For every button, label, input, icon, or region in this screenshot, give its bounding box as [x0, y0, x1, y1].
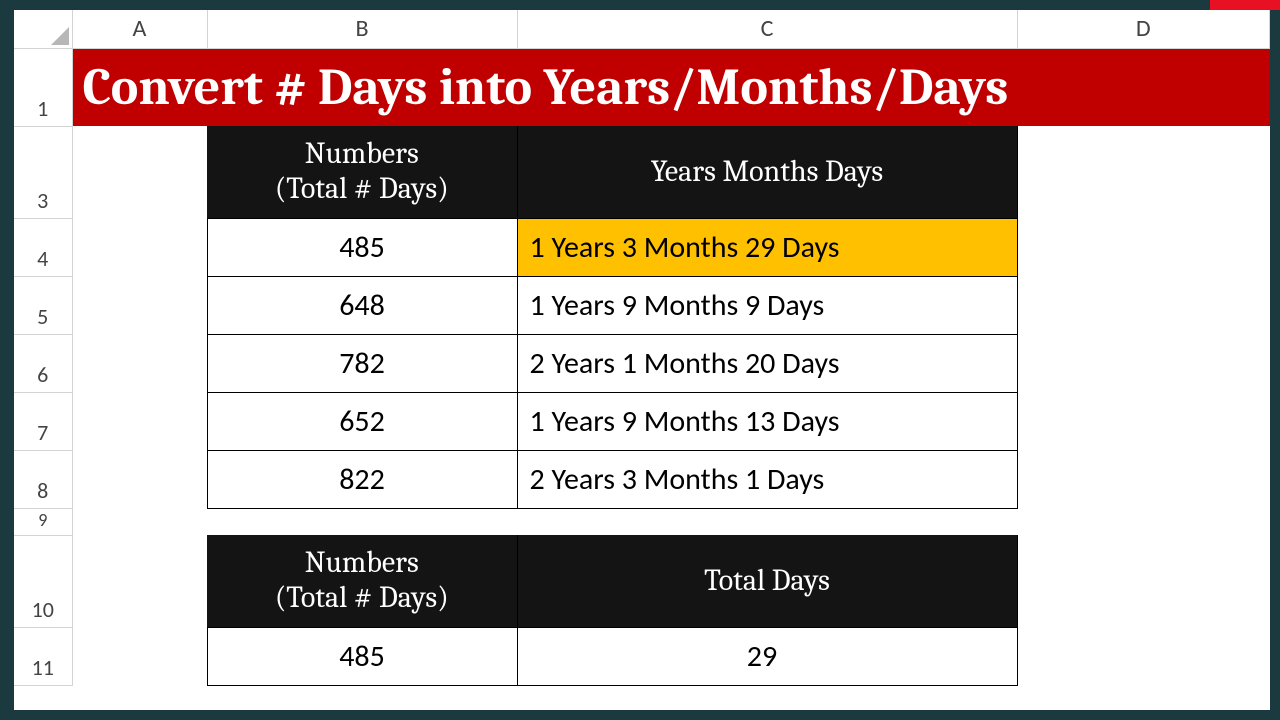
row-10: 10 Numbers (Total # Days) Total Days: [14, 535, 1270, 627]
cell-D7[interactable]: [1017, 392, 1270, 450]
row-header-9[interactable]: 9: [14, 508, 72, 535]
row-11: 11 485 29: [14, 627, 1270, 685]
row-header-1[interactable]: 1: [14, 48, 72, 126]
cell-A10[interactable]: [72, 535, 207, 627]
cell-A6[interactable]: [72, 334, 207, 392]
col-header-A[interactable]: A: [72, 10, 207, 48]
cell-B6[interactable]: 782: [207, 334, 517, 392]
cell-D5[interactable]: [1017, 276, 1270, 334]
column-header-row: A B C D: [14, 10, 1270, 48]
cell-D6[interactable]: [1017, 334, 1270, 392]
grid-table: A B C D 1 Convert # Days into Years/Mont…: [14, 10, 1270, 686]
row-7: 7 652 1 Years 9 Months 13 Days: [14, 392, 1270, 450]
col-header-B[interactable]: B: [207, 10, 517, 48]
window-accent: [1210, 0, 1280, 10]
cell-C6[interactable]: 2 Years 1 Months 20 Days: [517, 334, 1017, 392]
cell-A3[interactable]: [72, 126, 207, 218]
cell-B8[interactable]: 822: [207, 450, 517, 508]
cell-D11[interactable]: [1017, 627, 1270, 685]
cell-D10[interactable]: [1017, 535, 1270, 627]
row-header-11[interactable]: 11: [14, 627, 72, 685]
table1-header-numbers[interactable]: Numbers (Total # Days): [207, 126, 517, 218]
cell-D9[interactable]: [1017, 508, 1270, 535]
cell-C9[interactable]: [517, 508, 1017, 535]
cell-D8[interactable]: [1017, 450, 1270, 508]
row-header-6[interactable]: 6: [14, 334, 72, 392]
row-5: 5 648 1 Years 9 Months 9 Days: [14, 276, 1270, 334]
row-header-3[interactable]: 3: [14, 126, 72, 218]
row-9: 9: [14, 508, 1270, 535]
cell-B11[interactable]: 485: [207, 627, 517, 685]
cell-A8[interactable]: [72, 450, 207, 508]
cell-B5[interactable]: 648: [207, 276, 517, 334]
row-6: 6 782 2 Years 1 Months 20 Days: [14, 334, 1270, 392]
spreadsheet: A B C D 1 Convert # Days into Years/Mont…: [14, 10, 1270, 710]
cell-D4[interactable]: [1017, 218, 1270, 276]
row-3: 3 Numbers (Total # Days) Years Months Da…: [14, 126, 1270, 218]
cell-A9[interactable]: [72, 508, 207, 535]
table2-header-numbers[interactable]: Numbers (Total # Days): [207, 535, 517, 627]
cell-C5[interactable]: 1 Years 9 Months 9 Days: [517, 276, 1017, 334]
row-8: 8 822 2 Years 3 Months 1 Days: [14, 450, 1270, 508]
cell-A5[interactable]: [72, 276, 207, 334]
row-4: 4 485 1 Years 3 Months 29 Days: [14, 218, 1270, 276]
row-1: 1 Convert # Days into Years/Months/Days: [14, 48, 1270, 126]
select-all-corner[interactable]: [14, 10, 72, 48]
row-header-4[interactable]: 4: [14, 218, 72, 276]
cell-C11[interactable]: 29: [517, 627, 1017, 685]
col-header-C[interactable]: C: [517, 10, 1017, 48]
cell-C4[interactable]: 1 Years 3 Months 29 Days: [517, 218, 1017, 276]
title-cell[interactable]: Convert # Days into Years/Months/Days: [72, 48, 1270, 126]
cell-A11[interactable]: [72, 627, 207, 685]
cell-C7[interactable]: 1 Years 9 Months 13 Days: [517, 392, 1017, 450]
cell-A4[interactable]: [72, 218, 207, 276]
col-header-D[interactable]: D: [1017, 10, 1270, 48]
cell-B9[interactable]: [207, 508, 517, 535]
cell-C8[interactable]: 2 Years 3 Months 1 Days: [517, 450, 1017, 508]
table2-header-total[interactable]: Total Days: [517, 535, 1017, 627]
row-header-7[interactable]: 7: [14, 392, 72, 450]
cell-A7[interactable]: [72, 392, 207, 450]
row-header-8[interactable]: 8: [14, 450, 72, 508]
row-header-5[interactable]: 5: [14, 276, 72, 334]
cell-B4[interactable]: 485: [207, 218, 517, 276]
cell-B7[interactable]: 652: [207, 392, 517, 450]
table1-header-result[interactable]: Years Months Days: [517, 126, 1017, 218]
row-header-10[interactable]: 10: [14, 535, 72, 627]
cell-D3[interactable]: [1017, 126, 1270, 218]
